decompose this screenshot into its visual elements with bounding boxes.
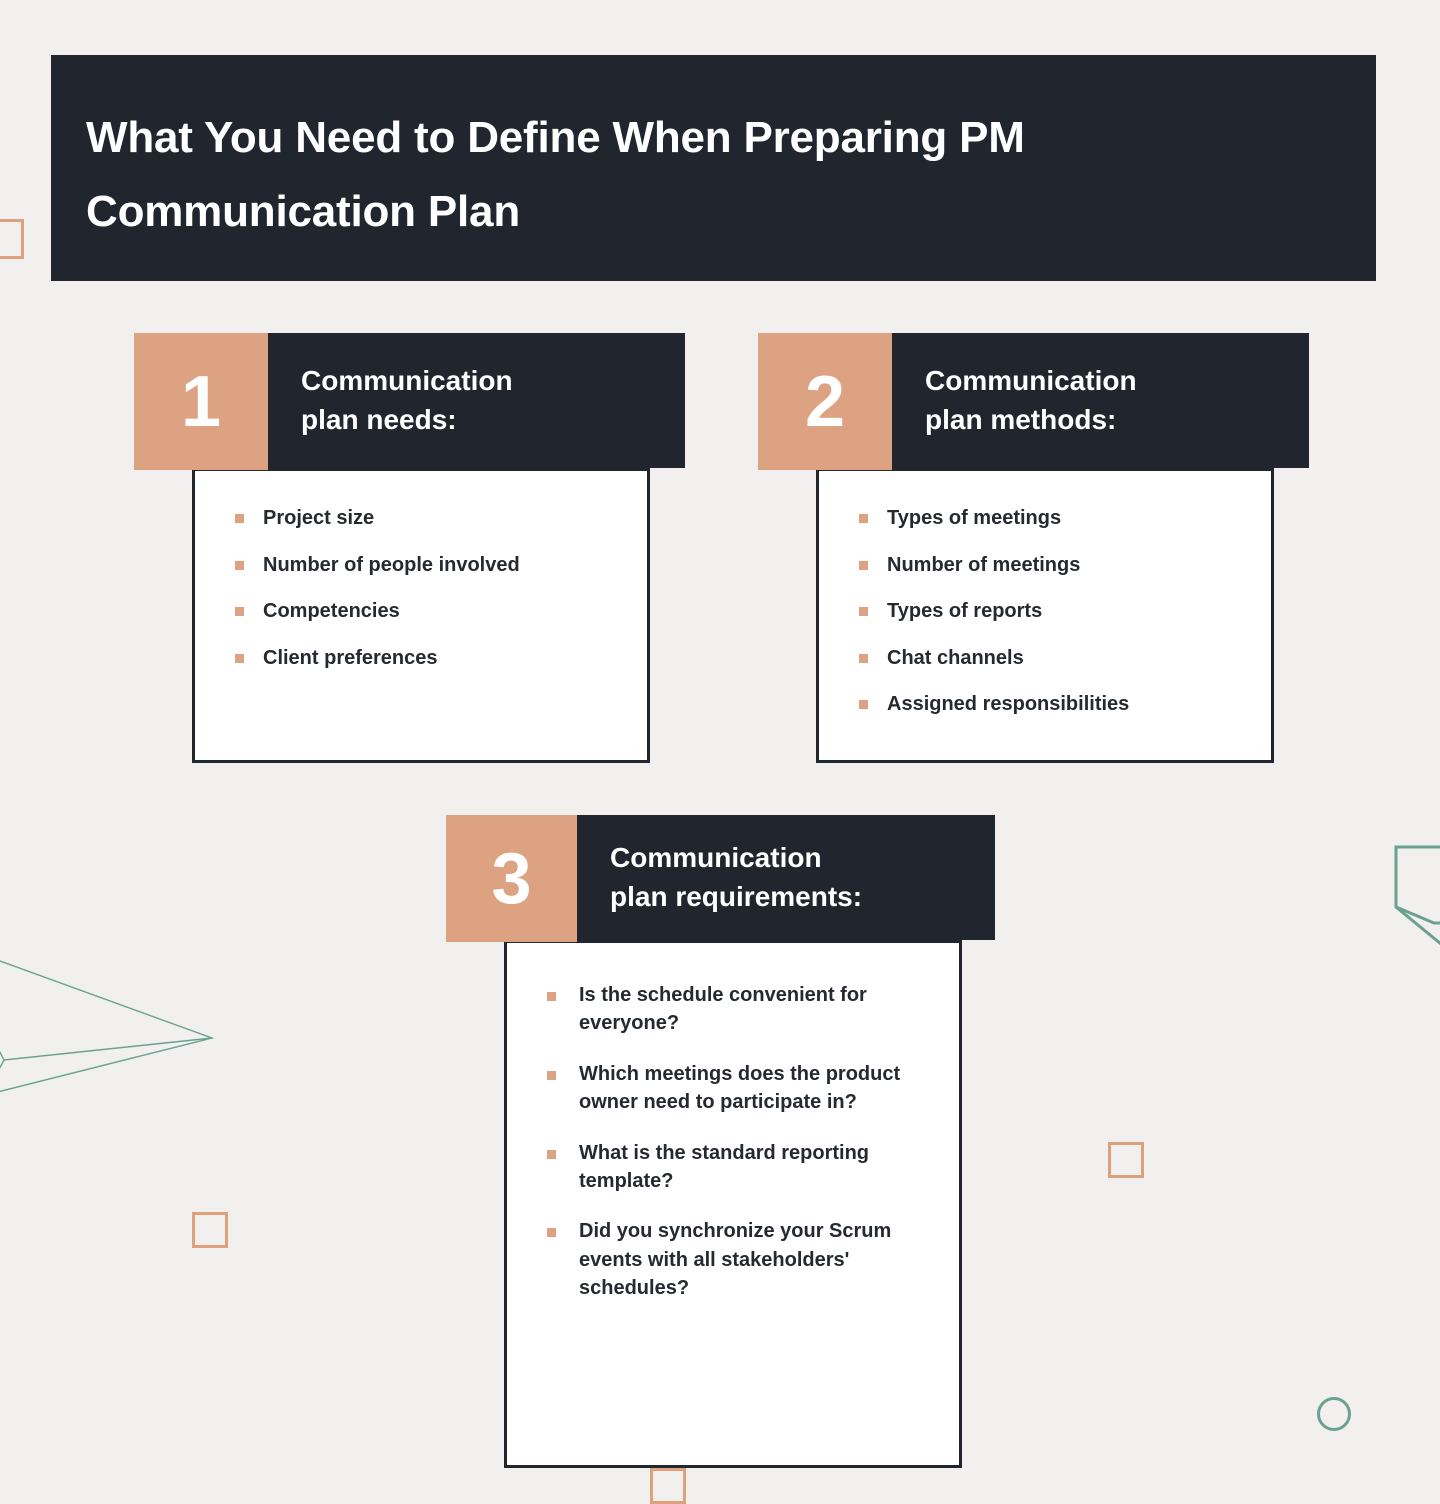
list-item: What is the standard reporting template?: [547, 1139, 929, 1196]
paper-plane-outline-icon: [0, 960, 215, 1093]
card-body: Types of meetings Number of meetings Typ…: [816, 468, 1274, 763]
list-item: Which meetings does the product owner ne…: [547, 1060, 929, 1117]
card-title: Communication plan needs:: [301, 364, 513, 435]
card-body: Is the schedule convenient for everyone?…: [504, 940, 962, 1468]
outlined-square-bottom-icon: [650, 1468, 686, 1504]
card-communication-plan-needs: Project size Number of people involved C…: [134, 333, 694, 773]
list-item: Number of meetings: [859, 552, 1247, 579]
list-item: Chat channels: [859, 645, 1247, 672]
card-list: Types of meetings Number of meetings Typ…: [859, 505, 1247, 718]
outlined-circle-right-icon: [1317, 1397, 1351, 1431]
list-item: Types of reports: [859, 598, 1247, 625]
card-number-badge: 2: [758, 333, 892, 470]
title-banner: What You Need to Define When Preparing P…: [51, 55, 1376, 281]
card-body: Project size Number of people involved C…: [192, 468, 650, 763]
card-header: 2 Communication plan methods:: [758, 333, 1309, 470]
list-item: Project size: [235, 505, 623, 532]
list-item: Assigned responsibilities: [859, 691, 1247, 718]
card-header: 1 Communication plan needs:: [134, 333, 685, 470]
card-header: 3 Communication plan requirements:: [446, 815, 995, 942]
list-item: Competencies: [235, 598, 623, 625]
card-title: Communication plan requirements:: [610, 841, 863, 912]
tag-outline-right-edge-icon: [1394, 845, 1440, 946]
card-number-badge: 3: [446, 815, 577, 942]
card-list: Is the schedule convenient for everyone?…: [547, 981, 929, 1303]
card-number-badge: 1: [134, 333, 268, 470]
card-communication-plan-methods: Types of meetings Number of meetings Typ…: [758, 333, 1318, 773]
card-communication-plan-requirements: Is the schedule convenient for everyone?…: [446, 815, 1006, 1470]
outlined-square-left-edge-icon: [0, 219, 24, 259]
list-item: Client preferences: [235, 645, 623, 672]
card-list: Project size Number of people involved C…: [235, 505, 623, 671]
card-title: Communication plan methods:: [925, 364, 1137, 435]
page-title: What You Need to Define When Preparing P…: [86, 113, 1025, 236]
outlined-square-mid-left-icon: [192, 1212, 228, 1248]
list-item: Number of people involved: [235, 552, 623, 579]
list-item: Is the schedule convenient for everyone?: [547, 981, 929, 1038]
list-item: Did you synchronize your Scrum events wi…: [547, 1217, 929, 1302]
infographic-canvas: What You Need to Define When Preparing P…: [0, 0, 1440, 1504]
outlined-square-right-icon: [1108, 1142, 1144, 1178]
list-item: Types of meetings: [859, 505, 1247, 532]
